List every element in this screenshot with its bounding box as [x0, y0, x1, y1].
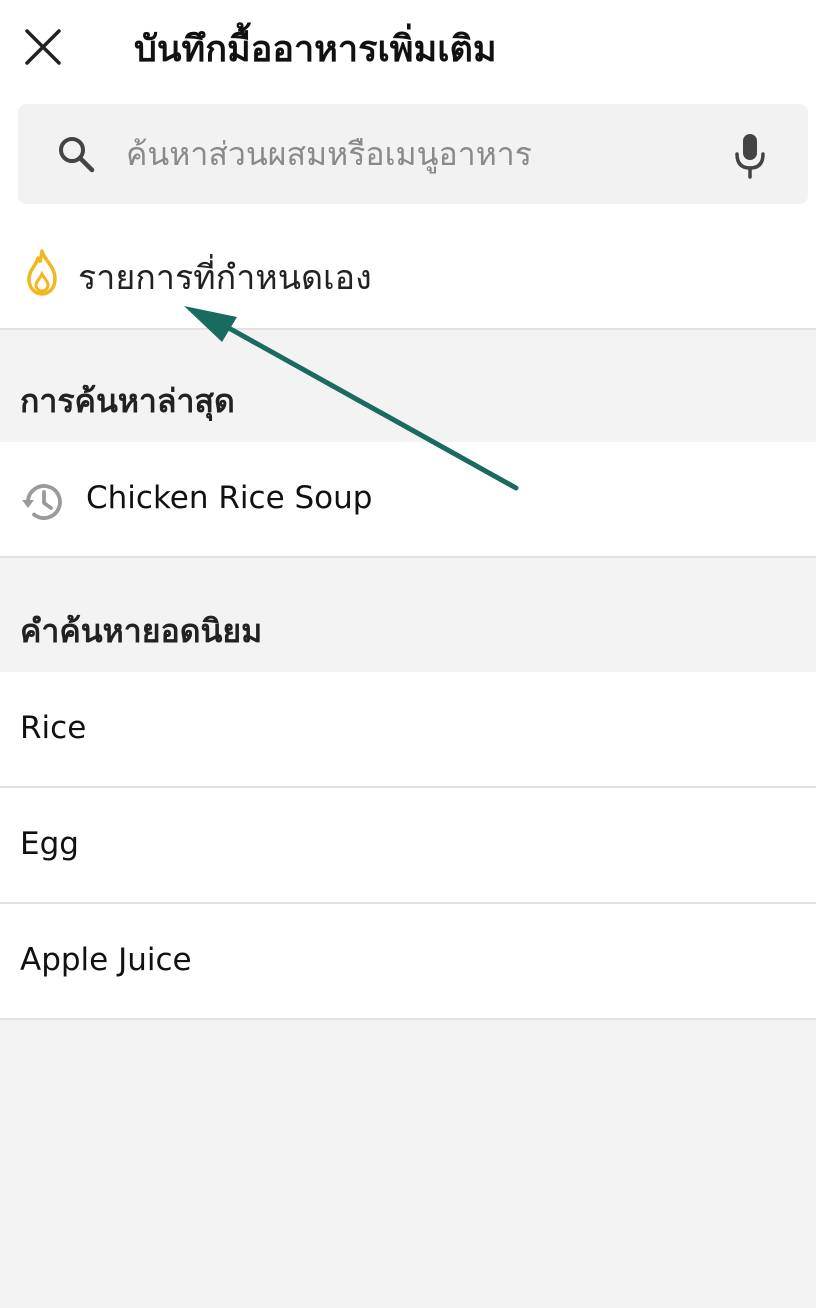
search-icon: [59, 137, 95, 173]
section-title: การค้นหาล่าสุด: [20, 382, 235, 420]
section-title: คำค้นหายอดนิยม: [20, 612, 263, 650]
custom-items-row[interactable]: รายการที่กำหนดเอง: [0, 214, 816, 330]
microphone-icon: [735, 134, 765, 179]
history-icon: [22, 484, 62, 520]
app-header: บันทึกมื้ออาหารเพิ่มเติม: [0, 0, 816, 90]
search-section: [0, 90, 816, 214]
page-title: บันทึกมื้ออาหารเพิ่มเติม: [134, 29, 497, 70]
recent-search-item[interactable]: Chicken Rice Soup: [0, 442, 816, 558]
log-extra-meal-screen: บันทึกมื้ออาหารเพิ่มเติม รายการที่กำหน: [0, 0, 816, 1308]
search-input[interactable]: [126, 132, 686, 176]
custom-items-label: รายการที่กำหนดเอง: [78, 258, 372, 298]
popular-searches-header: คำค้นหายอดนิยม: [0, 560, 816, 672]
recent-searches-header: การค้นหาล่าสุด: [0, 332, 816, 442]
popular-search-item[interactable]: Apple Juice: [0, 904, 816, 1020]
popular-search-label: Rice: [20, 710, 87, 746]
popular-search-label: Egg: [20, 826, 79, 862]
voice-search-button[interactable]: [730, 130, 770, 182]
recent-search-label: Chicken Rice Soup: [86, 480, 373, 516]
close-icon: [25, 29, 61, 65]
popular-search-item[interactable]: Egg: [0, 788, 816, 904]
close-button[interactable]: [22, 26, 64, 68]
search-bar[interactable]: [18, 104, 808, 204]
flame-icon: [27, 249, 57, 296]
popular-search-item[interactable]: Rice: [0, 672, 816, 788]
popular-search-label: Apple Juice: [20, 942, 192, 978]
